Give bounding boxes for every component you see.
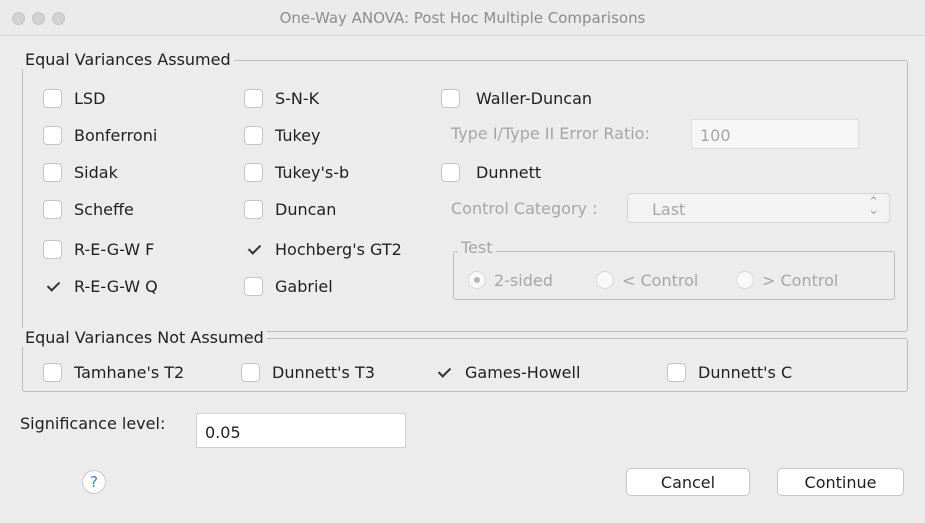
dunnetts-c-option[interactable]: Dunnett's C (667, 360, 792, 384)
duncan-option[interactable]: Duncan (244, 197, 336, 221)
tamhanes-t2-option[interactable]: Tamhane's T2 (43, 360, 184, 384)
control-category-value: Last (652, 200, 686, 219)
snk-checkbox[interactable] (244, 88, 263, 108)
sidak-checkbox[interactable] (43, 162, 62, 182)
help-button[interactable]: ? (82, 470, 106, 494)
test-legend: Test (458, 238, 496, 257)
hochberg-gt2-label: Hochberg's GT2 (275, 239, 402, 259)
dunnett-checkbox[interactable] (441, 162, 460, 182)
tukey-option[interactable]: Tukey (244, 123, 321, 147)
regw-q-checkbox[interactable] (43, 277, 62, 296)
greater-control-option[interactable]: > Control (736, 268, 838, 292)
two-sided-label: 2-sided (494, 270, 553, 290)
regw-f-checkbox[interactable] (43, 239, 62, 259)
dunnetts-t3-checkbox[interactable] (241, 362, 260, 382)
greater-control-label: > Control (762, 270, 839, 290)
scheffe-label: Scheffe (74, 199, 134, 219)
games-howell-option[interactable]: Games-Howell (434, 360, 580, 384)
regw-q-option[interactable]: R-E-G-W Q (43, 274, 158, 298)
control-category-select[interactable]: Last ⌃ ⌄ (627, 193, 890, 223)
gabriel-option[interactable]: Gabriel (244, 274, 333, 298)
significance-field[interactable]: 0.05 (196, 413, 406, 448)
waller-duncan-checkbox[interactable] (441, 88, 460, 108)
hochberg-gt2-checkbox[interactable] (244, 240, 263, 259)
title-bar: One-Way ANOVA: Post Hoc Multiple Compari… (0, 0, 925, 36)
error-ratio-field[interactable]: 100 (691, 119, 859, 149)
select-arrows-icon: ⌃ ⌄ (868, 195, 879, 218)
waller-duncan-label: Waller-Duncan (476, 88, 593, 108)
gabriel-label: Gabriel (275, 276, 333, 296)
regw-q-label: R-E-G-W Q (74, 276, 158, 296)
gabriel-checkbox[interactable] (244, 276, 263, 296)
sidak-label: Sidak (74, 162, 118, 182)
regw-f-option[interactable]: R-E-G-W F (43, 237, 154, 261)
regw-f-label: R-E-G-W F (74, 239, 155, 259)
bonferroni-checkbox[interactable] (43, 125, 62, 145)
bonferroni-option[interactable]: Bonferroni (43, 123, 157, 147)
less-control-option[interactable]: < Control (596, 268, 698, 292)
hochberg-gt2-option[interactable]: Hochberg's GT2 (244, 237, 402, 261)
dunnetts-c-label: Dunnett's C (698, 362, 793, 382)
tukeys-b-checkbox[interactable] (244, 162, 263, 182)
tukeys-b-option[interactable]: Tukey's-b (244, 160, 349, 184)
scheffe-option[interactable]: Scheffe (43, 197, 134, 221)
continue-button[interactable]: Continue (777, 468, 904, 496)
tukey-checkbox[interactable] (244, 125, 263, 145)
less-control-label: < Control (622, 270, 699, 290)
snk-option[interactable]: S-N-K (244, 86, 319, 110)
games-howell-checkbox[interactable] (434, 363, 453, 382)
tukey-label: Tukey (275, 125, 321, 145)
greater-control-radio[interactable] (736, 271, 754, 289)
dunnetts-c-checkbox[interactable] (667, 362, 686, 382)
dunnetts-t3-option[interactable]: Dunnett's T3 (241, 360, 375, 384)
error-ratio-label: Type I/Type II Error Ratio: (451, 123, 650, 143)
duncan-checkbox[interactable] (244, 199, 263, 219)
dialog-body: Equal Variances Assumed LSD Bonferroni S… (0, 36, 925, 523)
equal-variances-assumed-legend: Equal Variances Assumed (22, 50, 234, 69)
snk-label: S-N-K (275, 88, 320, 108)
tamhanes-t2-checkbox[interactable] (43, 362, 62, 382)
cancel-button[interactable]: Cancel (626, 468, 750, 496)
two-sided-option[interactable]: 2-sided (468, 268, 553, 292)
lsd-checkbox[interactable] (43, 88, 62, 108)
less-control-radio[interactable] (596, 271, 614, 289)
dunnett-label: Dunnett (476, 162, 542, 182)
equal-variances-not-assumed-legend: Equal Variances Not Assumed (22, 328, 267, 347)
lsd-label: LSD (74, 88, 106, 108)
significance-label: Significance level: (20, 413, 166, 433)
window-title: One-Way ANOVA: Post Hoc Multiple Compari… (279, 9, 646, 27)
control-category-label: Control Category : (451, 198, 598, 218)
dunnetts-t3-label: Dunnett's T3 (272, 362, 375, 382)
bonferroni-label: Bonferroni (74, 125, 158, 145)
games-howell-label: Games-Howell (465, 362, 581, 382)
two-sided-radio[interactable] (468, 271, 486, 289)
lsd-option[interactable]: LSD (43, 86, 105, 110)
sidak-option[interactable]: Sidak (43, 160, 118, 184)
tamhanes-t2-label: Tamhane's T2 (74, 362, 185, 382)
duncan-label: Duncan (275, 199, 337, 219)
waller-duncan-option[interactable]: Waller-Duncan (441, 86, 592, 110)
scheffe-checkbox[interactable] (43, 199, 62, 219)
dunnett-option[interactable]: Dunnett (441, 160, 541, 184)
tukeys-b-label: Tukey's-b (275, 162, 350, 182)
